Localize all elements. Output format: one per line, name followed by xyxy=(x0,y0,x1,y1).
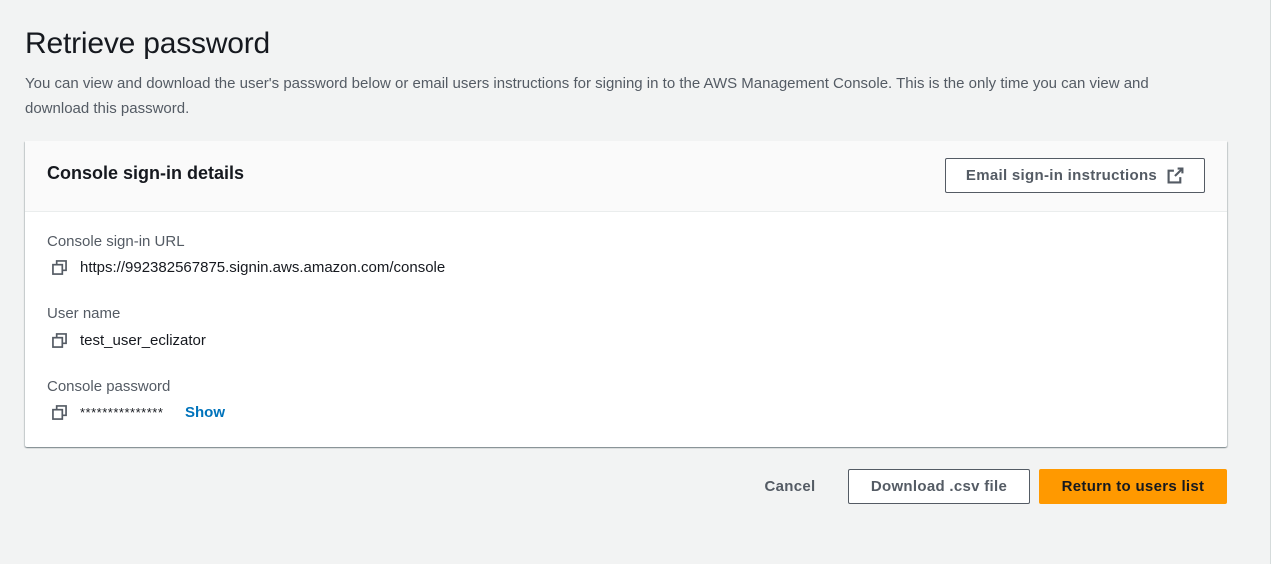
console-password-value: *************** xyxy=(80,405,164,420)
user-name-value: test_user_eclizator xyxy=(80,332,206,349)
external-link-icon xyxy=(1167,167,1184,184)
page-title: Retrieve password xyxy=(25,27,271,60)
return-to-users-list-button[interactable]: Return to users list xyxy=(1039,469,1227,504)
email-button-label: Email sign-in instructions xyxy=(965,167,1158,184)
console-password-label: Console password xyxy=(47,378,171,395)
email-sign-in-instructions-button[interactable]: Email sign-in instructions xyxy=(945,158,1205,193)
page-description: You can view and download the user's pas… xyxy=(25,75,1149,117)
page: Retrieve password You can view and downl… xyxy=(0,0,1271,564)
panel-title: Console sign-in details xyxy=(47,163,245,183)
user-name-label: User name xyxy=(47,305,121,322)
panel-header: Console sign-in details Email sign-in in… xyxy=(25,141,1227,212)
copy-icon[interactable] xyxy=(52,260,67,275)
download-csv-button[interactable]: Download .csv file xyxy=(848,469,1030,504)
copy-icon[interactable] xyxy=(52,333,67,348)
copy-icon[interactable] xyxy=(52,405,67,420)
sign-in-url-label: Console sign-in URL xyxy=(47,233,185,250)
sign-in-details-panel: Console sign-in details Email sign-in in… xyxy=(25,141,1227,447)
show-password-link[interactable]: Show xyxy=(185,404,225,421)
cancel-button[interactable]: Cancel xyxy=(740,469,840,504)
sign-in-url-value: https://992382567875.signin.aws.amazon.c… xyxy=(80,259,446,276)
